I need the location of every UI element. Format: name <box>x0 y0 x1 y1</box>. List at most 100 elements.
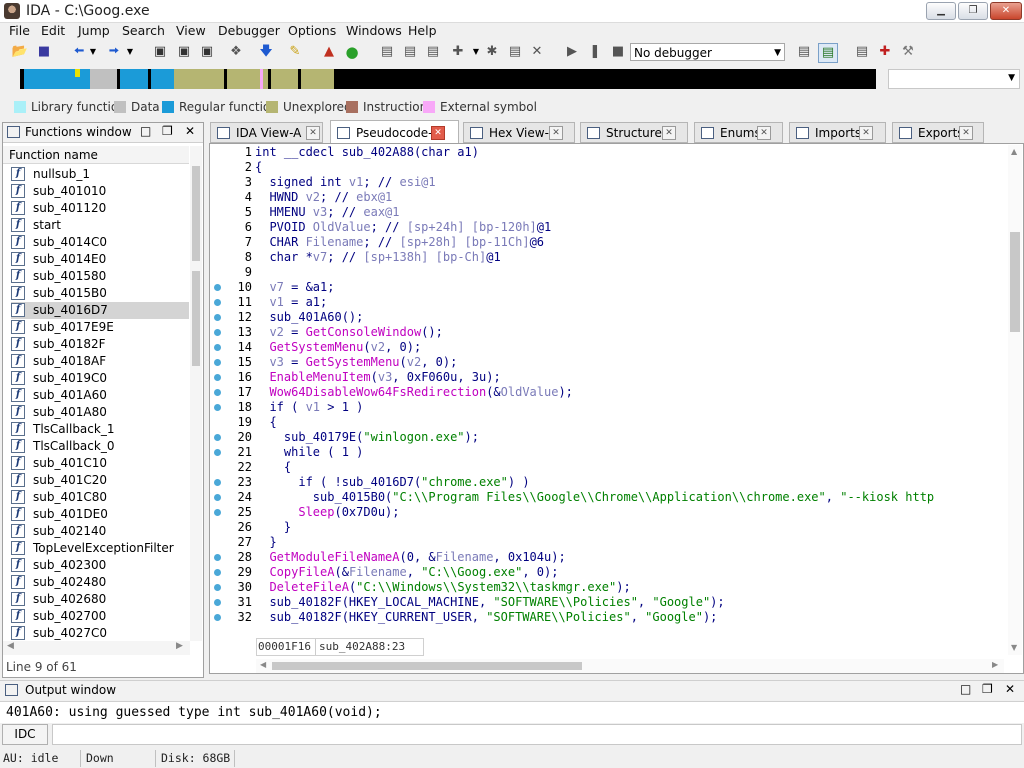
code-line[interactable]: CHAR Filename; // [sp+28h] [bp-11Ch]@6 <box>255 235 544 250</box>
add-breakpoint-icon[interactable]: ✚ <box>876 43 894 61</box>
menu-search[interactable]: Search <box>122 22 165 40</box>
code-line[interactable]: sub_40182F(HKEY_CURRENT_USER, "SOFTWARE\… <box>255 610 717 625</box>
patch-icon[interactable]: ❖ <box>227 43 245 61</box>
step-over-icon[interactable]: ▤ <box>818 43 838 63</box>
tab-hex-view-1[interactable]: Hex View-1 ✕ <box>463 122 575 143</box>
code-line[interactable]: sub_4015B0("C:\\Program Files\\Google\\C… <box>255 490 934 505</box>
binoculars-icon[interactable]: ▣ <box>151 43 169 61</box>
menu-windows[interactable]: Windows <box>346 22 402 40</box>
save-icon[interactable]: ■ <box>35 43 53 61</box>
code-line[interactable]: } <box>255 520 291 535</box>
close-tab-icon[interactable]: ✕ <box>549 126 563 140</box>
menu-debugger[interactable]: Debugger <box>218 22 280 40</box>
restore-pane-icon[interactable]: □ <box>960 682 971 696</box>
pause-icon[interactable]: ❚ <box>586 43 604 61</box>
step-into-icon[interactable]: ▤ <box>795 43 813 61</box>
breakpoint-dot-icon[interactable] <box>214 449 221 456</box>
close-tab-icon[interactable]: ✕ <box>757 126 771 140</box>
breakpoint-dot-icon[interactable] <box>214 494 221 501</box>
code-line[interactable]: sub_401A60(); <box>255 310 363 325</box>
code-line[interactable]: int __cdecl sub_402A88(char a1) <box>255 145 479 160</box>
scroll-left-icon[interactable]: ◀ <box>260 660 266 669</box>
idc-button[interactable]: IDC <box>2 724 48 745</box>
breakpoint-dot-icon[interactable] <box>214 434 221 441</box>
code-line[interactable]: while ( 1 ) <box>255 445 363 460</box>
menu-options[interactable]: Options <box>288 22 336 40</box>
code-line[interactable]: GetSystemMenu(v2, 0); <box>255 340 421 355</box>
function-list-item[interactable]: f sub_4027C0 <box>11 625 189 641</box>
tab-enums[interactable]: Enums ✕ <box>694 122 783 143</box>
search-binary-icon[interactable]: ▣ <box>198 43 216 61</box>
close-button[interactable]: ✕ <box>990 2 1022 20</box>
breakpoint-dot-icon[interactable] <box>214 314 221 321</box>
code-line[interactable]: v3 = GetSystemMenu(v2, 0); <box>255 355 457 370</box>
array-icon[interactable]: ✚ <box>449 43 467 61</box>
scroll-left-icon[interactable]: ◀ <box>7 641 14 651</box>
search-text-icon[interactable]: ▣ <box>175 43 193 61</box>
graph-triangle-icon[interactable]: ▲ <box>320 43 338 61</box>
scroll-up-icon[interactable]: ▲ <box>1011 147 1017 156</box>
close-pane-icon[interactable]: ✕ <box>185 124 195 138</box>
pseudocode-hscroll-thumb[interactable] <box>272 662 582 670</box>
code-line[interactable]: sub_40179E("winlogon.exe"); <box>255 430 479 445</box>
breakpoint-dot-icon[interactable] <box>214 509 221 516</box>
scroll-right-icon[interactable]: ▶ <box>176 641 183 651</box>
play-icon[interactable]: ▶ <box>563 43 581 61</box>
tab-structures[interactable]: Structures ✕ <box>580 122 688 143</box>
close-tab-icon[interactable]: ✕ <box>662 126 676 140</box>
code-line[interactable]: DeleteFileA("C:\\Windows\\System32\\task… <box>255 580 630 595</box>
close-tab-icon[interactable]: ✕ <box>859 126 873 140</box>
jump-down-icon[interactable]: 🡇 <box>257 43 275 61</box>
code-line[interactable]: if ( !sub_4016D7("chrome.exe") ) <box>255 475 529 490</box>
functions-hscrollbar[interactable]: ◀ ▶ <box>3 641 190 655</box>
data-icon[interactable]: ▤ <box>401 43 419 61</box>
highlight-icon[interactable]: ✎ <box>286 43 304 61</box>
code-line[interactable]: EnableMenuItem(v3, 0xF060u, 3u); <box>255 370 500 385</box>
navigation-band[interactable] <box>20 69 876 89</box>
scroll-right-icon[interactable]: ▶ <box>992 660 998 669</box>
pseudocode-text[interactable]: int __cdecl sub_402A88(char a1){ signed … <box>255 145 1007 625</box>
maximize-button[interactable]: ❐ <box>958 2 988 20</box>
breakpoint-dot-icon[interactable] <box>214 479 221 486</box>
pseudocode-vscrollbar[interactable]: ▲ ▼ <box>1008 145 1022 655</box>
breakpoint-dot-icon[interactable] <box>214 599 221 606</box>
breakpoint-dot-icon[interactable] <box>214 404 221 411</box>
code-line[interactable]: Sleep(0x7D0u); <box>255 505 399 520</box>
code-line[interactable]: HWND v2; // ebx@1 <box>255 190 392 205</box>
undefine-icon[interactable]: ✕ <box>528 43 546 61</box>
debugger-select[interactable]: No debugger ▼ <box>630 43 785 61</box>
close-tab-icon[interactable]: ✕ <box>959 126 973 140</box>
offset-icon[interactable]: ✱ <box>483 43 501 61</box>
ascii-icon[interactable]: ▤ <box>424 43 442 61</box>
struct-icon[interactable]: ▤ <box>506 43 524 61</box>
breakpoint-dot-icon[interactable] <box>214 584 221 591</box>
breakpoint-dot-icon[interactable] <box>214 614 221 621</box>
code-icon[interactable]: ▤ <box>378 43 396 61</box>
float-pane-icon[interactable]: ❐ <box>982 682 993 696</box>
breakpoint-dot-icon[interactable] <box>214 284 221 291</box>
code-line[interactable]: Wow64DisableWow64FsRedirection(&OldValue… <box>255 385 572 400</box>
navigation-combo[interactable]: ▼ <box>888 69 1020 89</box>
breakpoint-dot-icon[interactable] <box>214 329 221 336</box>
code-line[interactable]: CopyFileA(&Filename, "C:\\Goog.exe", 0); <box>255 565 558 580</box>
tab-imports[interactable]: Imports ✕ <box>789 122 886 143</box>
menu-file[interactable]: File <box>9 22 30 40</box>
tab-pseudocode-a[interactable]: Pseudocode-A ✕ <box>330 120 459 144</box>
code-line[interactable]: if ( v1 > 1 ) <box>255 400 363 415</box>
tab-exports[interactable]: Exports ✕ <box>892 122 984 143</box>
close-pane-icon[interactable]: ✕ <box>1005 682 1015 696</box>
code-line[interactable]: sub_40182F(HKEY_LOCAL_MACHINE, "SOFTWARE… <box>255 595 724 610</box>
code-line[interactable]: v7 = &a1; <box>255 280 334 295</box>
close-tab-icon[interactable]: ✕ <box>306 126 320 140</box>
breakpoint-dot-icon[interactable] <box>214 299 221 306</box>
breakpoint-dot-icon[interactable] <box>214 374 221 381</box>
code-line[interactable]: { <box>255 160 262 175</box>
restore-pane-icon[interactable]: □ <box>140 124 151 138</box>
minimize-button[interactable]: ▁ <box>926 2 956 20</box>
float-pane-icon[interactable]: ❐ <box>162 124 173 138</box>
forward-dropdown-icon[interactable]: ▼ <box>121 43 139 61</box>
tab-ida-view-a[interactable]: IDA View-A ✕ <box>210 122 323 143</box>
code-line[interactable]: v1 = a1; <box>255 295 327 310</box>
close-tab-icon[interactable]: ✕ <box>431 126 445 140</box>
breakpoint-dot-icon[interactable] <box>214 359 221 366</box>
